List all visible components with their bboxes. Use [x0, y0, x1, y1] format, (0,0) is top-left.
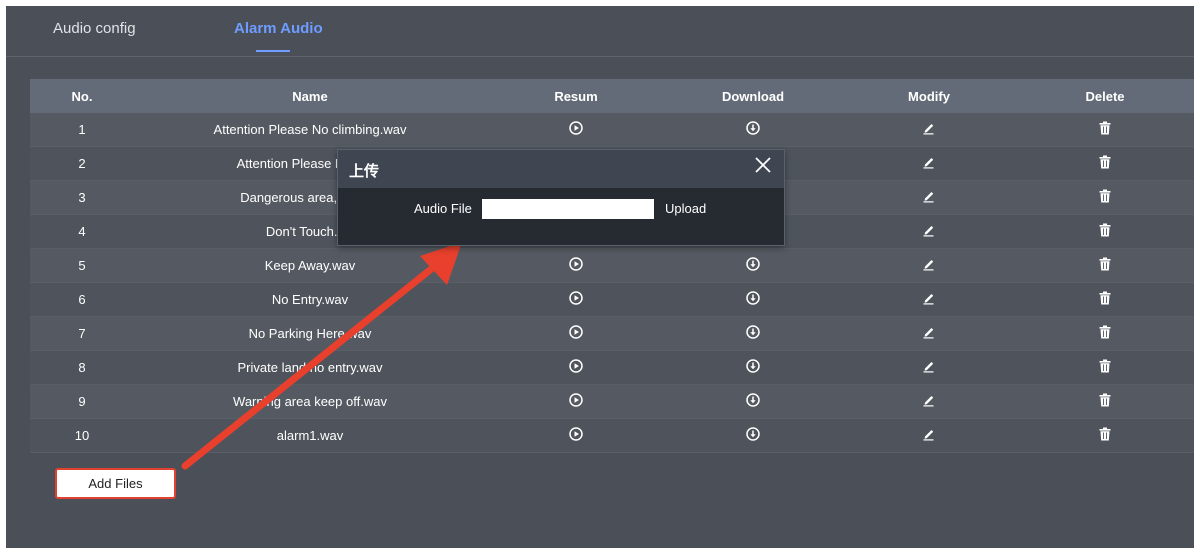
upload-dialog: 上传 Audio File Upload: [337, 149, 785, 246]
audio-file-label: Audio File: [414, 201, 472, 216]
dialog-body: Audio File Upload: [338, 188, 784, 244]
dialog-title: 上传: [349, 162, 380, 180]
upload-button[interactable]: Upload: [665, 201, 706, 216]
dialog-header: 上传: [338, 150, 784, 188]
arrow-head: [420, 242, 462, 285]
annotation-arrow: [181, 242, 462, 470]
close-icon[interactable]: [754, 156, 772, 174]
arrow-shaft: [181, 258, 444, 470]
audio-file-input[interactable]: [482, 199, 654, 219]
